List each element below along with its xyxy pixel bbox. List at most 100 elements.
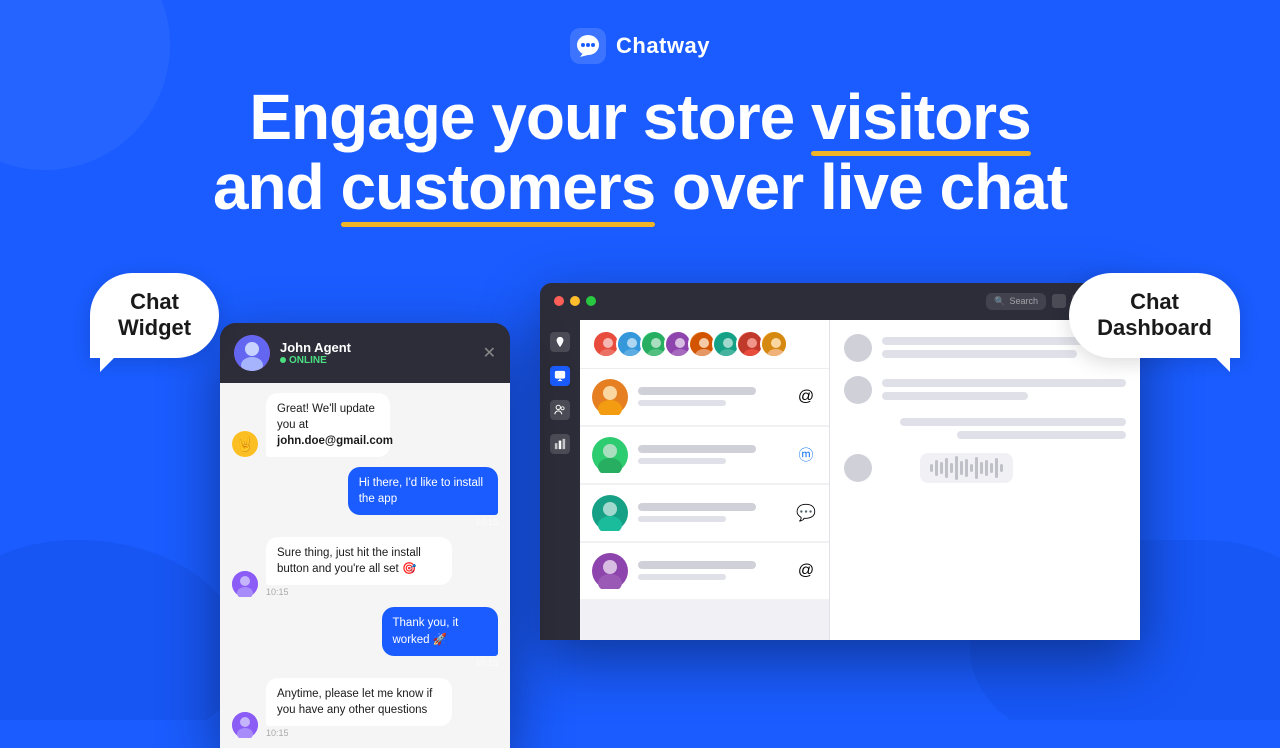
search-bar[interactable]: 🔍 Search [986,293,1046,310]
rp-line [882,379,1126,387]
message-row-user2: Thank you, it worked 🚀 10:15 [232,607,498,667]
headline-customers-highlight: customers [341,152,656,222]
wave-bar [980,462,983,474]
wave-bar [1000,464,1003,472]
conv-avatar-3 [592,495,628,531]
voice-waveform [920,453,1013,483]
message-content: Great! We'll update you atjohn.doe@gmail… [266,393,420,457]
rp-line [882,392,1028,400]
conv-name-bar-2 [638,445,756,453]
screenshots-section: Chat Widget Chat Dashboard [0,283,1280,748]
wave-bar [960,461,963,475]
wave-bar [935,460,938,476]
chat-dashboard-callout: Chat Dashboard [1069,273,1240,358]
conv-msg-bar-2 [638,458,726,464]
chat-widget-callout: Chat Widget [90,273,219,358]
rp-line [900,418,1126,426]
conversation-list: @ ⓜ [580,320,830,640]
message-content-user2: Thank you, it worked 🚀 10:15 [352,607,498,667]
headline-line2-suffix: over live chat [655,151,1067,223]
conv-badge-1: @ [795,386,817,408]
conv-msg-bar [638,400,726,406]
message-bubble-reply: Sure thing, just hit the install button … [266,537,452,585]
agent-status: ONLINE [280,355,351,366]
search-label: Search [1009,296,1038,306]
top-avatar-8 [760,330,788,358]
message-row-agent-reply2: Anytime, please let me know if you have … [232,678,498,738]
toolbar-icon-1[interactable] [1052,294,1066,308]
widget-header: John Agent ONLINE ✕ [220,323,510,383]
dashboard-titlebar: 🔍 Search [540,283,1140,320]
dashboard-body: @ ⓜ [540,320,1140,640]
conv-name-bar-4 [638,561,756,569]
headline-line2-prefix: and [213,151,341,223]
wave-bar [950,463,953,473]
traffic-lights [554,296,596,306]
wave-bar [965,459,968,477]
wave-bar [975,457,978,479]
headline-visitors-highlight: visitors [811,82,1031,152]
rp-line [957,431,1126,439]
top-avatars-row [580,320,829,369]
message-bubble-user2: Thank you, it worked 🚀 [382,607,499,655]
conversation-item-2[interactable]: ⓜ [580,427,829,484]
conv-avatar-4 [592,553,628,589]
message-content-user: Hi there, I'd like to install the app 10… [310,467,498,527]
message-time: 10:15 [475,517,498,527]
conv-text-2 [638,445,785,464]
conv-badge-4: @ [795,560,817,582]
message-avatar: 🤘 [232,431,258,457]
sidebar-icon-apple[interactable] [550,332,570,352]
conversation-item-3[interactable]: 💬 [580,485,829,542]
message-row-agent-reply: Sure thing, just hit the install button … [232,537,498,597]
rp-avatar-3 [844,454,872,482]
conv-text-3 [638,503,785,522]
wave-bar [970,464,973,472]
message-row-user: Hi there, I'd like to install the app 10… [232,467,498,527]
close-icon[interactable]: ✕ [483,343,496,363]
chat-widget-screenshot: John Agent ONLINE ✕ 🤘 Great! We'll updat… [220,323,510,748]
wave-bar [990,463,993,473]
sidebar-icon-stats[interactable] [550,434,570,454]
agent-name-status: John Agent ONLINE [280,340,351,366]
message-row: 🤘 Great! We'll update you atjohn.doe@gma… [232,393,498,457]
dashboard-main-content: @ ⓜ [580,320,1140,640]
conversation-item-1[interactable]: @ [580,369,829,426]
chat-widget-callout-text: Chat Widget [118,289,191,342]
conv-badge-2: ⓜ [795,444,817,466]
conv-badge-3: 💬 [795,502,817,524]
header: Chatway [0,0,1280,64]
wave-bar [995,458,998,478]
traffic-light-green[interactable] [586,296,596,306]
conv-text-1 [638,387,785,406]
search-icon: 🔍 [994,296,1005,307]
chatway-logo-icon [570,28,606,64]
message-time-agent2: 10:15 [266,728,498,738]
message-avatar-agent2 [232,712,258,738]
wave-bar [945,458,948,478]
right-panel-row-3 [844,418,1126,439]
sidebar-icon-users[interactable] [550,400,570,420]
conv-msg-bar-4 [638,574,726,580]
message-bubble-agent: Great! We'll update you atjohn.doe@gmail… [266,393,390,457]
conv-text-4 [638,561,785,580]
wave-bar [955,456,958,480]
conv-name-bar-3 [638,503,756,511]
message-bubble-reply2: Anytime, please let me know if you have … [266,678,452,726]
agent-name: John Agent [280,340,351,355]
sidebar-icon-chat[interactable] [550,366,570,386]
traffic-light-yellow[interactable] [570,296,580,306]
message-avatar-agent [232,571,258,597]
rp-lines-3 [844,418,1126,439]
brand-name: Chatway [616,33,710,59]
traffic-light-red[interactable] [554,296,564,306]
conversation-item-4[interactable]: @ [580,543,829,600]
dashboard-sidebar [540,320,580,640]
widget-messages: 🤘 Great! We'll update you atjohn.doe@gma… [220,383,510,748]
message-time-agent: 10:15 [266,587,498,597]
wave-bar [930,464,933,472]
wave-bar [985,460,988,476]
agent-avatar [234,335,270,371]
message-content-agent-reply: Sure thing, just hit the install button … [266,537,498,597]
right-panel-row-2 [844,376,1126,404]
